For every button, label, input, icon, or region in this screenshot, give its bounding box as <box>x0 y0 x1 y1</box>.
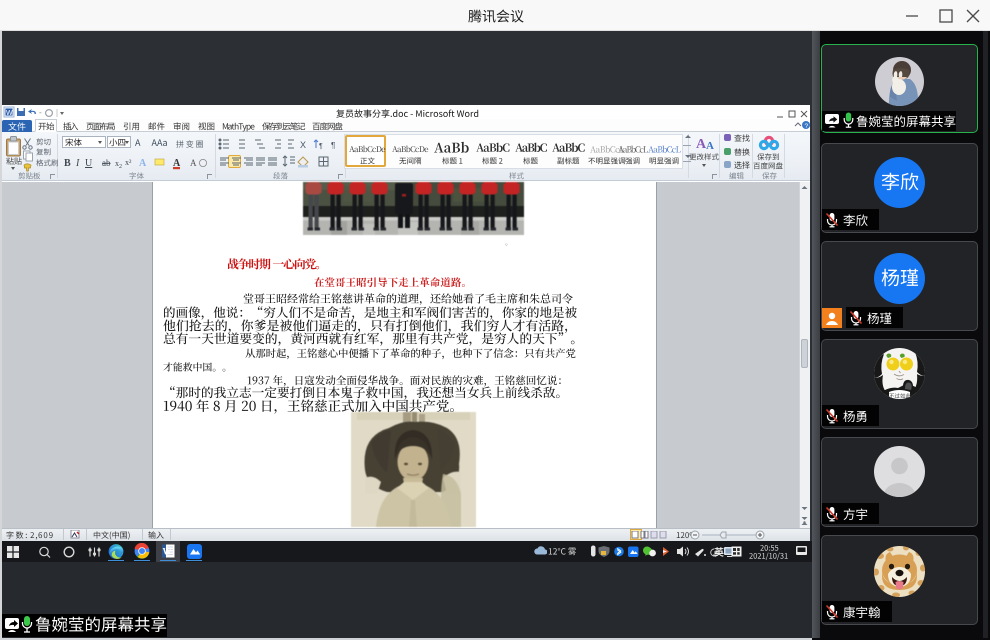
svg-text:?: ? <box>805 123 809 130</box>
svg-text:B: B <box>64 158 71 169</box>
svg-text:¶: ¶ <box>319 143 323 150</box>
svg-text:U: U <box>85 158 93 169</box>
svg-text:A: A <box>139 158 147 169</box>
svg-text:A: A <box>190 158 197 168</box>
svg-text:ab: ab <box>102 158 111 168</box>
svg-text:I: I <box>75 158 80 169</box>
svg-text:W: W <box>163 547 172 557</box>
svg-text:x2: x2 <box>115 159 122 170</box>
svg-text:x²: x² <box>125 158 132 167</box>
svg-text:A: A <box>706 140 714 150</box>
svg-text:X: X <box>300 140 306 150</box>
svg-text:-: - <box>39 108 42 117</box>
svg-text:¶: ¶ <box>331 141 335 150</box>
svg-text:W: W <box>6 110 13 117</box>
